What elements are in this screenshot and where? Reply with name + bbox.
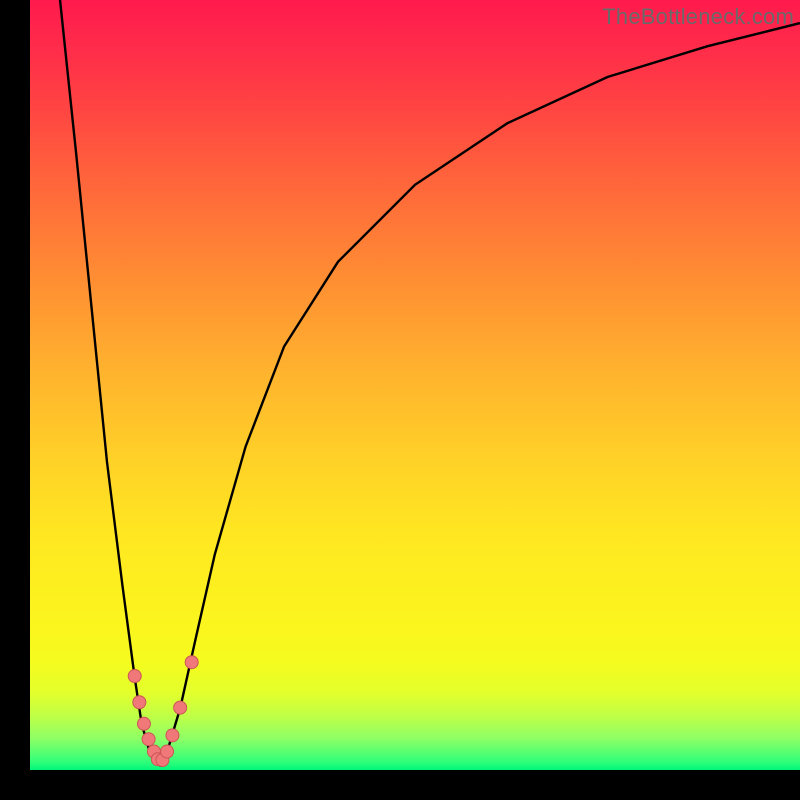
chart-frame: TheBottleneck.com xyxy=(0,0,800,800)
curve-left-branch xyxy=(60,0,161,766)
data-point-marker xyxy=(185,656,198,669)
data-point-marker xyxy=(133,696,146,709)
curve-layer xyxy=(30,0,800,770)
data-point-marker xyxy=(142,733,155,746)
watermark-text: TheBottleneck.com xyxy=(602,4,794,30)
data-point-marker xyxy=(161,745,174,758)
curve-right-branch xyxy=(161,23,800,766)
data-point-marker xyxy=(166,729,179,742)
data-point-marker xyxy=(174,701,187,714)
data-point-marker xyxy=(128,670,141,683)
data-point-marker xyxy=(137,717,150,730)
plot-area xyxy=(30,0,800,770)
